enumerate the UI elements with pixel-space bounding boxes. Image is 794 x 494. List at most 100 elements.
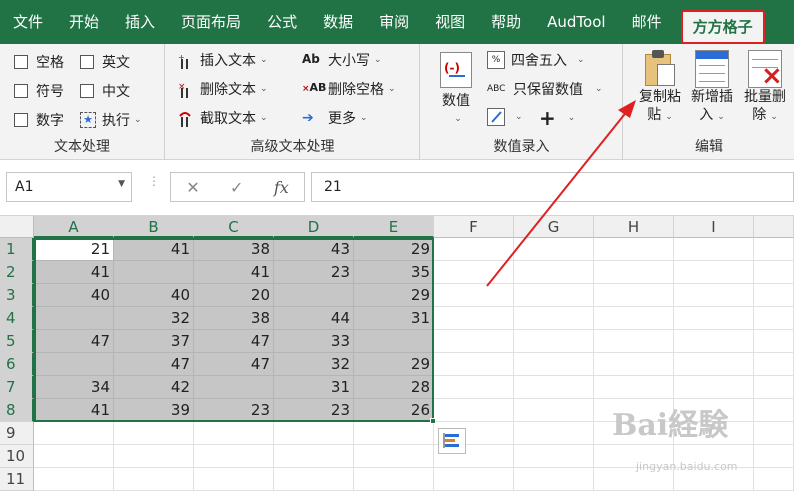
cell[interactable] (194, 445, 274, 468)
cell[interactable] (194, 422, 274, 445)
cell[interactable] (754, 261, 794, 284)
row-header[interactable]: 10 (0, 445, 34, 468)
tab-页面布局[interactable]: 页面布局 (168, 0, 254, 44)
insert-text-button[interactable]: + 插入文本 ⌄ (178, 50, 268, 70)
cell[interactable] (434, 238, 514, 261)
extract-text-button[interactable]: 截取文本 ⌄ (178, 108, 268, 128)
cell[interactable]: 34 (34, 376, 114, 399)
cell[interactable] (434, 468, 514, 491)
cell[interactable] (514, 422, 594, 445)
delete-text-button[interactable]: × 删除文本 ⌄ (178, 79, 268, 99)
cell[interactable]: 23 (274, 399, 354, 422)
tab-公式[interactable]: 公式 (254, 0, 310, 44)
cell[interactable] (514, 330, 594, 353)
cell[interactable]: 40 (34, 284, 114, 307)
row-header[interactable]: 3 (0, 284, 34, 307)
cell[interactable] (434, 399, 514, 422)
cell[interactable]: 47 (194, 353, 274, 376)
cell[interactable]: 26 (354, 399, 434, 422)
cell[interactable] (274, 468, 354, 491)
cell[interactable]: 47 (194, 330, 274, 353)
cell[interactable] (194, 468, 274, 491)
cell[interactable] (514, 307, 594, 330)
column-header[interactable]: G (514, 216, 594, 238)
checkbox-icon[interactable] (80, 84, 94, 98)
checkbox-icon[interactable] (80, 55, 94, 69)
cell[interactable] (434, 261, 514, 284)
cell[interactable]: 29 (354, 238, 434, 261)
cell[interactable]: 47 (34, 330, 114, 353)
column-header[interactable]: H (594, 216, 674, 238)
cell[interactable]: 21 (34, 238, 114, 261)
cell[interactable] (594, 284, 674, 307)
cell[interactable] (514, 445, 594, 468)
tab-开始[interactable]: 开始 (56, 0, 112, 44)
cell[interactable]: 23 (194, 399, 274, 422)
cell[interactable] (274, 284, 354, 307)
cell[interactable]: 29 (354, 284, 434, 307)
cell[interactable] (34, 468, 114, 491)
cell[interactable]: 47 (114, 353, 194, 376)
cell[interactable] (434, 330, 514, 353)
cell[interactable] (754, 376, 794, 399)
column-header[interactable]: D (274, 216, 354, 238)
cell[interactable]: 31 (274, 376, 354, 399)
checkbox-icon[interactable] (14, 55, 28, 69)
cell[interactable] (354, 468, 434, 491)
batch-delete-button[interactable]: × 批量删 除 ⌄ (738, 50, 792, 126)
fill-handle[interactable] (430, 418, 436, 424)
cell[interactable] (114, 468, 194, 491)
cell[interactable] (514, 353, 594, 376)
cell[interactable] (674, 353, 754, 376)
cell[interactable]: 23 (274, 261, 354, 284)
new-insert-button[interactable]: 新增插 入 ⌄ (686, 50, 738, 126)
checkbox-icon[interactable] (14, 84, 28, 98)
cell[interactable] (674, 376, 754, 399)
cell[interactable] (674, 330, 754, 353)
plus-button[interactable]: + ⌄ (539, 106, 575, 130)
row-header[interactable]: 9 (0, 422, 34, 445)
cell[interactable] (754, 284, 794, 307)
tab-AudTool[interactable]: AudTool (534, 0, 618, 44)
numeric-button[interactable]: (-) 数值 ⌄ (431, 52, 481, 128)
cell[interactable]: 32 (114, 307, 194, 330)
cell[interactable] (514, 399, 594, 422)
checkbox-chinese[interactable]: 中文 (80, 81, 130, 101)
cell[interactable] (274, 445, 354, 468)
checkbox-icon[interactable] (14, 113, 28, 127)
tab-数据[interactable]: 数据 (310, 0, 366, 44)
fx-icon[interactable]: fx (274, 178, 289, 197)
cell[interactable]: 39 (114, 399, 194, 422)
round-button[interactable]: % 四舍五入 ⌄ (487, 50, 585, 70)
cell[interactable] (674, 307, 754, 330)
cell[interactable] (594, 307, 674, 330)
name-box[interactable]: A1 ▼ (6, 172, 132, 202)
tab-审阅[interactable]: 审阅 (366, 0, 422, 44)
cell[interactable] (594, 376, 674, 399)
tab-active[interactable]: 方方格子 (680, 10, 765, 44)
cell[interactable] (354, 445, 434, 468)
row-header[interactable]: 5 (0, 330, 34, 353)
row-header[interactable]: 11 (0, 468, 34, 491)
cell[interactable] (34, 307, 114, 330)
cancel-icon[interactable]: ✕ (186, 178, 199, 197)
more-button[interactable]: ➔ 更多 ⌄ (302, 108, 368, 128)
tab-插入[interactable]: 插入 (112, 0, 168, 44)
cell[interactable] (514, 284, 594, 307)
case-button[interactable]: Ab 大小写 ⌄ (302, 50, 382, 70)
tab-文件[interactable]: 文件 (0, 0, 56, 44)
cell[interactable] (514, 468, 594, 491)
cell[interactable]: 44 (274, 307, 354, 330)
cell[interactable]: 42 (114, 376, 194, 399)
checkbox-symbol[interactable]: 符号 (14, 81, 64, 101)
tab-邮件[interactable]: 邮件 (619, 0, 675, 44)
cell[interactable] (754, 445, 794, 468)
column-header[interactable] (754, 216, 794, 238)
cell[interactable] (194, 376, 274, 399)
row-header[interactable]: 4 (0, 307, 34, 330)
checkbox-english[interactable]: 英文 (80, 52, 130, 72)
cell[interactable] (434, 307, 514, 330)
keep-values-button[interactable]: ABC 只保留数值 ⌄ (487, 79, 603, 99)
cell[interactable] (354, 422, 434, 445)
cell[interactable]: 41 (34, 261, 114, 284)
